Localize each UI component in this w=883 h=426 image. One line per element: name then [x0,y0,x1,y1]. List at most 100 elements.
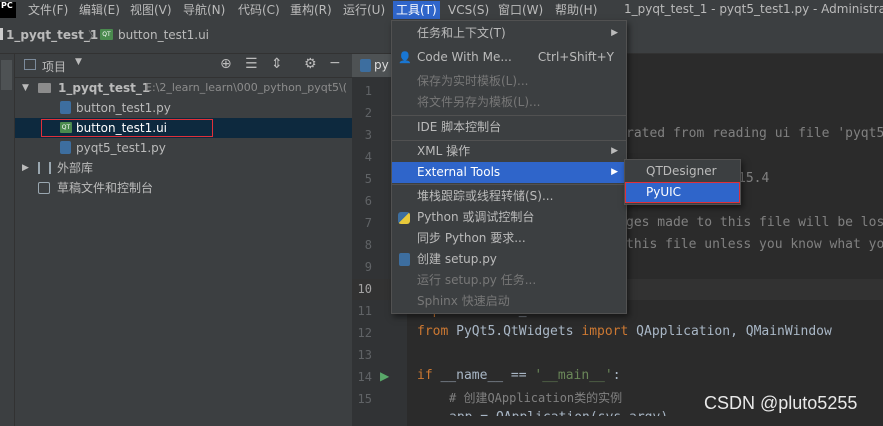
menu-separator [392,115,626,116]
menu-view[interactable]: 视图(V) [130,2,172,18]
tree-scratches-row[interactable]: 草稿文件和控制台 [20,178,352,198]
tree-root-row[interactable]: ▼ 1_pyqt_test_1 E:\2_learn_learn\000_pyt… [20,78,352,98]
line-number: 3 [364,128,372,142]
breadcrumb-project[interactable]: 1_pyqt_test_1 [6,28,98,42]
keyword: if [417,368,433,383]
menu-item-label: XML 操作 [417,144,471,158]
menu-item-create-setup-py[interactable]: 创建 setup.py [392,249,626,270]
tree-file-row[interactable]: pyqt5_test1.py [15,138,352,158]
menu-window[interactable]: 窗口(W) [498,2,543,18]
menu-refactor[interactable]: 重构(R) [290,2,332,18]
submenu-arrow-icon: ▶ [611,167,618,177]
ui-file-icon: QT [100,29,113,40]
code-line-5: 15.4 [738,171,770,186]
menu-item-save-file-as-template[interactable]: 将文件另存为模板(L)... [392,92,626,113]
chevron-down-icon[interactable]: ▼ [22,78,29,98]
code-text: __name__ == [432,368,535,383]
python-file-icon [60,141,71,154]
menu-tools[interactable]: 工具(T) [393,1,440,19]
tool-window-strip [0,54,15,426]
menu-item-xml-actions[interactable]: XML 操作 ▶ [392,141,626,162]
line-number: 5 [364,172,372,186]
tree-file-row[interactable]: button_test1.py [15,98,352,118]
code-line-7: ges made to this file will be los [626,215,883,230]
code-text: : [612,368,621,383]
ui-file-icon: QT [60,122,72,133]
project-panel-header: 项目 ▼ ⊕ ☰ ⇕ ⚙ − [15,54,352,78]
file-name: button_test1.py [76,101,171,115]
menu-vcs[interactable]: VCS(S) [448,2,489,18]
submenu-item-qtdesigner[interactable]: QTDesigner [625,161,740,182]
pycharm-logo-icon: PC [0,2,16,18]
line-number: 7 [364,216,372,230]
chevron-right-icon[interactable]: ▶ [22,158,29,178]
file-name: pyqt5_test1.py [76,141,166,155]
library-icon [38,162,51,174]
menu-help[interactable]: 帮助(H) [555,2,597,18]
project-tool-button[interactable] [1,60,12,90]
menu-item-code-with-me[interactable]: 👤 Code With Me... Ctrl+Shift+Y [392,47,626,68]
python-file-icon [399,253,410,266]
external-libs-label: 外部库 [57,161,94,175]
line-number: 1 [364,84,372,98]
project-panel-title[interactable]: 项目 [42,58,66,75]
menu-code[interactable]: 代码(C) [238,2,280,18]
tree-external-libs-row[interactable]: ▶ 外部库 [20,158,352,178]
root-project-path: E:\2_learn_learn\000_python_pyqt5\( [145,81,348,94]
line-number: 2 [364,106,372,120]
expand-all-icon[interactable]: ⇕ [271,56,283,72]
tree-file-row-selected[interactable]: QT button_test1.ui [15,118,352,138]
menu-item-tasks-contexts[interactable]: 任务和上下文(T) ▶ [392,23,626,44]
line-number: 6 [364,194,372,208]
code-text: QApplication, QMainWindow [628,324,832,339]
menu-separator [392,184,626,185]
menu-item-label: Code With Me... [417,50,512,64]
root-project-name: 1_pyqt_test_1 [58,81,151,95]
menu-item-stack-trace[interactable]: 堆栈跟踪或线程转储(S)... [392,186,626,207]
code-line-14: if __name__ == '__main__': [417,368,621,383]
menu-file[interactable]: 文件(F) [28,2,68,18]
menu-item-label: 运行 setup.py 任务... [417,273,537,287]
scratches-icon [38,182,50,194]
menu-item-label: 任务和上下文(T) [417,26,506,40]
menu-item-save-live-template[interactable]: 保存为实时模板(L)... [392,71,626,92]
file-name: button_test1.ui [76,121,168,135]
line-number: 8 [364,238,372,252]
menu-item-external-tools[interactable]: External Tools ▶ [392,162,626,183]
collapse-all-icon[interactable]: ☰ [245,56,258,72]
line-number: 9 [364,260,372,274]
menu-run[interactable]: 运行(U) [343,2,385,18]
folder-icon-mark [0,28,3,40]
run-icon[interactable]: ▶ [380,369,389,383]
breadcrumb-file[interactable]: button_test1.ui [118,28,209,42]
window-title: 1_pyqt_test_1 - pyqt5_test1.py - Adminis… [624,2,883,16]
users-icon: 👤 [398,51,412,64]
line-number: 12 [357,326,372,340]
submenu-item-pyuic[interactable]: PyUIC [625,182,740,203]
menu-item-label: 同步 Python 要求... [417,231,526,245]
project-view-icon [24,59,36,70]
line-number: 14 [357,370,372,384]
menu-item-sync-requirements[interactable]: 同步 Python 要求... [392,228,626,249]
line-number: 15 [357,392,372,406]
folder-icon [38,83,51,93]
editor-tab[interactable]: py [352,54,392,77]
line-number: 13 [357,348,372,362]
locate-icon[interactable]: ⊕ [220,56,232,72]
scratches-label: 草稿文件和控制台 [57,181,154,195]
chevron-down-icon[interactable]: ▼ [75,57,82,67]
menu-edit[interactable]: 编辑(E) [79,2,120,18]
menu-item-python-console[interactable]: Python 或调试控制台 [392,207,626,228]
gear-icon[interactable]: ⚙ [304,56,317,72]
menu-item-sphinx-quickstart[interactable]: Sphinx 快速启动 [392,291,626,312]
menu-navigate[interactable]: 导航(N) [183,2,225,18]
menu-item-label: 创建 setup.py [417,252,497,266]
line-number: 10 [357,282,372,296]
menu-item-ide-script-console[interactable]: IDE 脚本控制台 [392,117,626,138]
minimize-icon[interactable]: − [329,55,341,71]
menu-item-label: 将文件另存为模板(L)... [417,95,541,109]
submenu-arrow-icon: ▶ [611,28,618,38]
app-icon-text: PC [1,1,13,10]
keyword: import [581,324,629,339]
menu-item-run-setup-py-task[interactable]: 运行 setup.py 任务... [392,270,626,291]
